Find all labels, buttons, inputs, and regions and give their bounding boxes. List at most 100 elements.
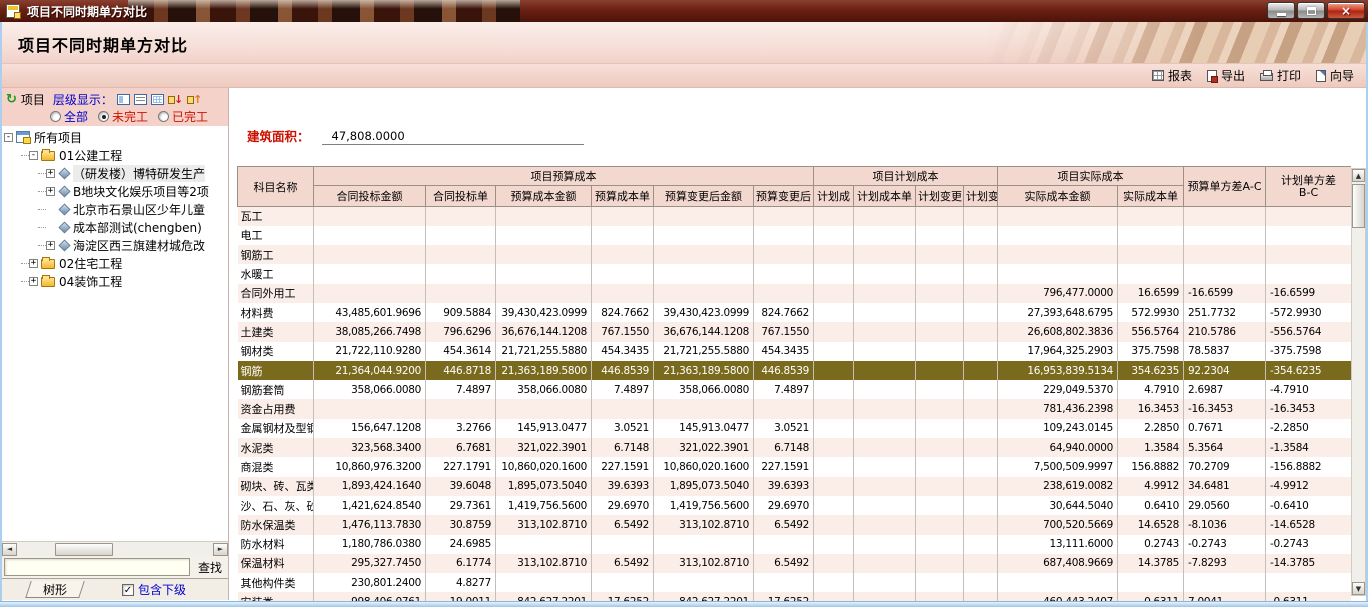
app-window: 项目不同时期单方对比 × 项目不同时期单方对比 报表 导出 打印 xyxy=(0,0,1368,607)
table-row[interactable]: 材料费43,485,601.9696909.588439,430,423.099… xyxy=(238,303,1352,322)
card-view-icon[interactable] xyxy=(117,94,130,105)
print-button[interactable]: 打印 xyxy=(1260,67,1301,84)
value-cell: -556.5764 xyxy=(1266,322,1351,341)
table-row[interactable]: 合同外用工796,477.000016.6599-16.6599-16.6599 xyxy=(238,284,1352,303)
value-cell xyxy=(654,245,754,264)
expand-icon[interactable]: + xyxy=(29,277,38,286)
refresh-icon[interactable]: ↻ xyxy=(6,93,17,106)
value-cell: 796.6296 xyxy=(426,322,496,341)
sort-descending-icon[interactable]: ↓ xyxy=(168,93,183,106)
value-cell xyxy=(964,419,998,438)
table-row[interactable]: 金属钢材及型钢156,647.12083.2766145,913.04773.0… xyxy=(238,419,1352,438)
radio-icon[interactable] xyxy=(98,111,109,122)
radio-option-0[interactable]: 全部 xyxy=(50,108,88,125)
value-cell: 700,520.5669 xyxy=(998,515,1118,534)
value-cell: 145,913.0477 xyxy=(654,419,754,438)
value-cell: 29.0560 xyxy=(1184,496,1266,515)
table-row[interactable]: 保温材料295,327.74506.1774313,102.87106.5492… xyxy=(238,554,1352,573)
value-cell xyxy=(916,573,964,592)
table-row[interactable]: 砌块、砖、瓦类1,893,424.164039.60481,895,073.50… xyxy=(238,477,1352,496)
scroll-left-icon[interactable]: ◄ xyxy=(2,543,17,556)
sub-column-header: 实际成本金额 xyxy=(998,186,1118,207)
wizard-button[interactable]: 向导 xyxy=(1316,67,1354,84)
table-row[interactable]: 电工 xyxy=(238,226,1352,245)
tree-item[interactable]: +B地块文化娱乐项目等2项 xyxy=(2,182,228,200)
tree-item[interactable]: -所有项目 xyxy=(2,128,228,146)
table-row[interactable]: 水泥类323,568.34006.7681321,022.39016.71483… xyxy=(238,438,1352,457)
value-cell: -16.3453 xyxy=(1266,399,1351,418)
tree-item[interactable]: 北京市石景山区少年儿童 xyxy=(2,200,228,218)
window-title: 项目不同时期单方对比 xyxy=(27,3,147,20)
building-area-value[interactable]: 47,808.0000 xyxy=(322,129,584,145)
report-icon xyxy=(1152,70,1164,81)
status-filter-radios: 全部未完工已完工 xyxy=(6,108,224,125)
sort-ascending-icon[interactable]: ↑ xyxy=(187,93,202,106)
table-row[interactable]: 商混类10,860,976.3200227.179110,860,020.160… xyxy=(238,457,1352,476)
expand-icon[interactable]: + xyxy=(29,259,38,268)
value-cell: 39,430,423.0999 xyxy=(496,303,592,322)
expand-icon[interactable]: + xyxy=(46,241,55,250)
radio-icon[interactable] xyxy=(50,111,61,122)
report-button[interactable]: 报表 xyxy=(1152,67,1192,84)
value-cell: 1.3584 xyxy=(1118,438,1184,457)
scrollbar-track[interactable] xyxy=(1352,228,1365,582)
include-sub-checkbox[interactable]: ✓ xyxy=(122,584,134,596)
tree-item[interactable]: +02住宅工程 xyxy=(2,254,228,272)
radio-icon[interactable] xyxy=(158,111,169,122)
value-cell xyxy=(754,207,814,226)
tree-item[interactable]: +04装饰工程 xyxy=(2,272,228,290)
scroll-right-icon[interactable]: ► xyxy=(213,543,228,556)
tree-item[interactable]: +（研发楼）博特研发生产 xyxy=(2,164,228,182)
table-row[interactable]: 其他构件类230,801.24004.8277 xyxy=(238,573,1352,592)
value-cell xyxy=(964,342,998,361)
value-cell xyxy=(998,573,1118,592)
value-cell: -1.3584 xyxy=(1266,438,1351,457)
table-row[interactable]: 水暖工 xyxy=(238,264,1352,283)
wizard-icon xyxy=(1316,70,1326,82)
maximize-button[interactable] xyxy=(1297,2,1325,19)
value-cell: 2.2850 xyxy=(1118,419,1184,438)
find-input[interactable] xyxy=(4,558,190,576)
close-button[interactable]: × xyxy=(1327,2,1365,19)
value-cell: 6.7148 xyxy=(592,438,654,457)
value-cell xyxy=(592,535,654,554)
table-row[interactable]: 瓦工 xyxy=(238,207,1352,226)
grid-view-icon[interactable] xyxy=(151,94,164,105)
scrollbar-thumb[interactable] xyxy=(55,543,113,556)
minimize-button[interactable] xyxy=(1267,2,1295,19)
detail-view-icon[interactable] xyxy=(134,94,147,105)
tab-tree-view[interactable]: 树形 xyxy=(25,581,85,598)
table-row[interactable]: 沙、石、灰、砂1,421,624.854029.73611,419,756.56… xyxy=(238,496,1352,515)
table-row[interactable]: 安装类998,406.076119.0011842,627.220117.625… xyxy=(238,592,1352,601)
collapse-icon[interactable]: - xyxy=(4,133,13,142)
tree-item[interactable]: -01公建工程 xyxy=(2,146,228,164)
radio-option-1[interactable]: 未完工 xyxy=(98,108,148,125)
scrollbar-thumb[interactable] xyxy=(1352,184,1365,228)
table-row[interactable]: 钢筋套筒358,066.00807.4897358,066.00807.4897… xyxy=(238,380,1352,399)
table-row[interactable]: 钢材类21,722,110.9280454.361421,721,255.588… xyxy=(238,342,1352,361)
collapse-icon[interactable]: - xyxy=(29,151,38,160)
table-row[interactable]: 钢筋工 xyxy=(238,245,1352,264)
scroll-down-icon[interactable]: ▼ xyxy=(1352,582,1365,595)
radio-option-2[interactable]: 已完工 xyxy=(158,108,208,125)
subject-cell: 资金占用费 xyxy=(238,399,314,418)
value-cell: 323,568.3400 xyxy=(314,438,426,457)
table-vertical-scrollbar[interactable]: ▲ ▼ xyxy=(1351,168,1366,596)
export-button[interactable]: 导出 xyxy=(1207,67,1245,84)
table-row[interactable]: 防水材料1,180,786.038024.698513,111.60000.27… xyxy=(238,535,1352,554)
expand-icon[interactable]: + xyxy=(46,187,55,196)
scroll-up-icon[interactable]: ▲ xyxy=(1352,169,1365,182)
find-button[interactable]: 查找 xyxy=(194,559,226,576)
expand-icon[interactable]: + xyxy=(46,169,55,178)
value-cell xyxy=(314,284,426,303)
table-row[interactable]: 土建类38,085,266.7498796.629636,676,144.120… xyxy=(238,322,1352,341)
tree-item[interactable]: +海淀区西三旗建材城危改 xyxy=(2,236,228,254)
value-cell: 7.4897 xyxy=(426,380,496,399)
value-cell xyxy=(426,264,496,283)
value-cell xyxy=(814,496,854,515)
table-row[interactable]: 资金占用费781,436.239816.3453-16.3453-16.3453 xyxy=(238,399,1352,418)
table-row[interactable]: 防水保温类1,476,113.783030.8759313,102.87106.… xyxy=(238,515,1352,534)
tree-item[interactable]: 成本部测试(chengben) xyxy=(2,218,228,236)
table-row[interactable]: 钢筋21,364,044.9200446.871821,363,189.5800… xyxy=(238,361,1352,380)
tree-horizontal-scrollbar[interactable]: ◄ ► xyxy=(2,541,228,556)
